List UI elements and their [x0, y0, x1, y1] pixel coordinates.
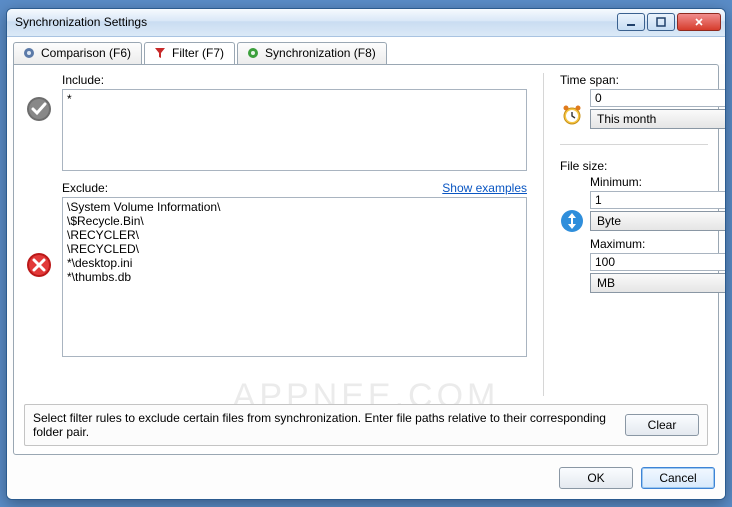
exclude-label: Exclude: [62, 181, 108, 195]
updown-arrows-icon [560, 209, 584, 236]
max-value-input[interactable] [590, 253, 726, 271]
tab-sync[interactable]: Synchronization (F8) [237, 42, 387, 64]
funnel-icon [153, 46, 167, 60]
titlebar[interactable]: Synchronization Settings [7, 9, 725, 37]
min-value-input[interactable] [590, 191, 726, 209]
window-controls [617, 13, 721, 31]
include-section: Include: [24, 73, 527, 171]
max-unit-select[interactable]: MB [590, 273, 726, 293]
gear-icon [22, 46, 36, 60]
timespan-unit-select[interactable]: This month [590, 109, 726, 129]
settings-dialog: Synchronization Settings Comparison (F6)… [6, 8, 726, 500]
minimize-button[interactable] [617, 13, 645, 31]
timespan-label: Time span: [560, 73, 708, 87]
x-circle-icon [25, 251, 53, 282]
exclude-textarea[interactable] [62, 197, 527, 357]
client-area: Comparison (F6) Filter (F7) Synchronizat… [7, 37, 725, 499]
min-label: Minimum: [590, 175, 726, 189]
info-text: Select filter rules to exclude certain f… [33, 411, 615, 439]
filesize-group: File size: Minimum: [560, 159, 708, 293]
close-button[interactable] [677, 13, 721, 31]
tab-content-filter: APPNEE.COM Include: [13, 64, 719, 455]
tab-comparison[interactable]: Comparison (F6) [13, 42, 142, 64]
maximize-button[interactable] [647, 13, 675, 31]
window-title: Synchronization Settings [15, 15, 617, 29]
timespan-value-input[interactable] [590, 89, 726, 107]
vertical-separator [543, 73, 544, 396]
tab-label: Comparison (F6) [41, 46, 131, 60]
tab-label: Filter (F7) [172, 46, 224, 60]
show-examples-link[interactable]: Show examples [442, 181, 527, 195]
tab-filter[interactable]: Filter (F7) [144, 42, 235, 64]
info-panel: Select filter rules to exclude certain f… [24, 404, 708, 446]
tab-label: Synchronization (F8) [265, 46, 376, 60]
clear-button[interactable]: Clear [625, 414, 699, 436]
gear-green-icon [246, 46, 260, 60]
dialog-buttons: OK Cancel [7, 461, 725, 499]
tab-strip: Comparison (F6) Filter (F7) Synchronizat… [7, 38, 725, 64]
ok-button[interactable]: OK [559, 467, 633, 489]
filesize-label: File size: [560, 159, 708, 173]
clock-icon [560, 103, 584, 130]
include-textarea[interactable] [62, 89, 527, 171]
min-unit-select[interactable]: Byte [590, 211, 726, 231]
max-label: Maximum: [590, 237, 726, 251]
timespan-group: Time span: ▲▼ [560, 73, 708, 130]
exclude-section: Exclude: Show examples [24, 181, 527, 357]
cancel-button[interactable]: Cancel [641, 467, 715, 489]
check-circle-icon [25, 95, 53, 126]
include-label: Include: [62, 73, 104, 87]
